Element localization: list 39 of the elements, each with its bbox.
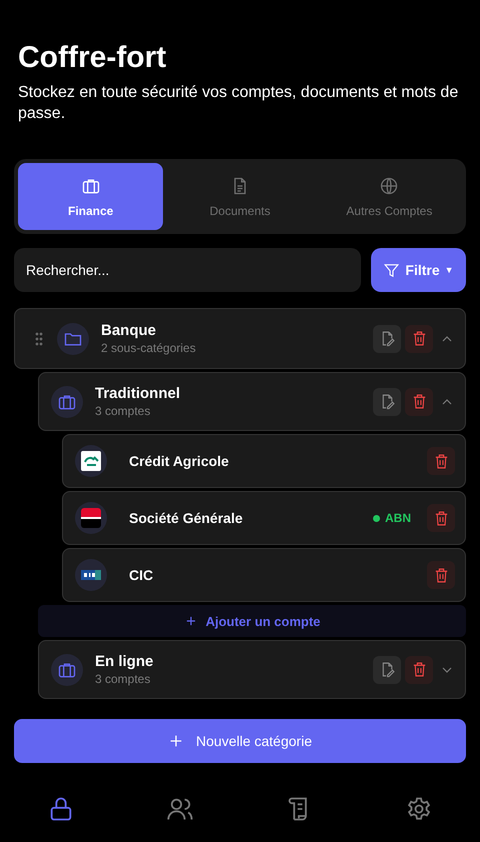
- tab[interactable]: Finance: [18, 163, 164, 230]
- edit-button[interactable]: [373, 388, 401, 416]
- edit-button[interactable]: [373, 656, 401, 684]
- new-category-button[interactable]: Nouvelle catégorie: [14, 719, 466, 763]
- logo-icon: [81, 570, 101, 580]
- account-card[interactable]: Crédit Agricole: [62, 434, 466, 488]
- delete-button[interactable]: [427, 447, 455, 475]
- subcategory-card[interactable]: En ligne 3 comptes: [38, 640, 466, 699]
- logo-icon: [81, 451, 101, 471]
- filter-button[interactable]: Filtre ▼: [371, 248, 466, 292]
- subcategory-name: En ligne: [95, 652, 154, 670]
- subcategory-card[interactable]: Traditionnel 3 comptes: [38, 372, 466, 431]
- page-title: Coffre-fort: [18, 40, 168, 76]
- logo-icon: [81, 508, 101, 528]
- subcategory-subtitle: 3 comptes: [95, 402, 152, 418]
- page-subtitle: Stockez en toute sécurité vos comptes, documents et mots de passe.: [18, 83, 460, 124]
- category-subtitle: 2 sous-catégories: [101, 340, 197, 356]
- delete-button[interactable]: [405, 656, 433, 684]
- category-card[interactable]: Banque 2 sous-catégories: [14, 308, 466, 369]
- delete-button[interactable]: [405, 324, 433, 352]
- status-label: ABN: [385, 511, 411, 525]
- subcategory-name: Traditionnel: [95, 384, 182, 402]
- subcategory-subtitle: 3 comptes: [95, 670, 152, 686]
- search-field[interactable]: Rechercher...: [14, 248, 361, 292]
- account-card[interactable]: Société Générale ABN: [62, 491, 466, 545]
- account-card[interactable]: CIC: [62, 548, 466, 602]
- account-name: Crédit Agricole: [129, 453, 230, 469]
- drag-handle-icon[interactable]: [35, 332, 43, 346]
- edit-button[interactable]: [373, 324, 401, 352]
- plus-icon: [168, 733, 184, 749]
- delete-button[interactable]: [405, 388, 433, 416]
- globe-icon: [379, 176, 400, 196]
- category-name: Banque: [101, 322, 158, 340]
- account-name: Société Générale: [129, 510, 244, 526]
- add-account-button[interactable]: Ajouter un compte: [38, 605, 466, 637]
- account-name: CIC: [129, 567, 154, 583]
- delete-button[interactable]: [427, 561, 455, 589]
- filter-icon: [383, 262, 400, 278]
- delete-button[interactable]: [427, 504, 455, 532]
